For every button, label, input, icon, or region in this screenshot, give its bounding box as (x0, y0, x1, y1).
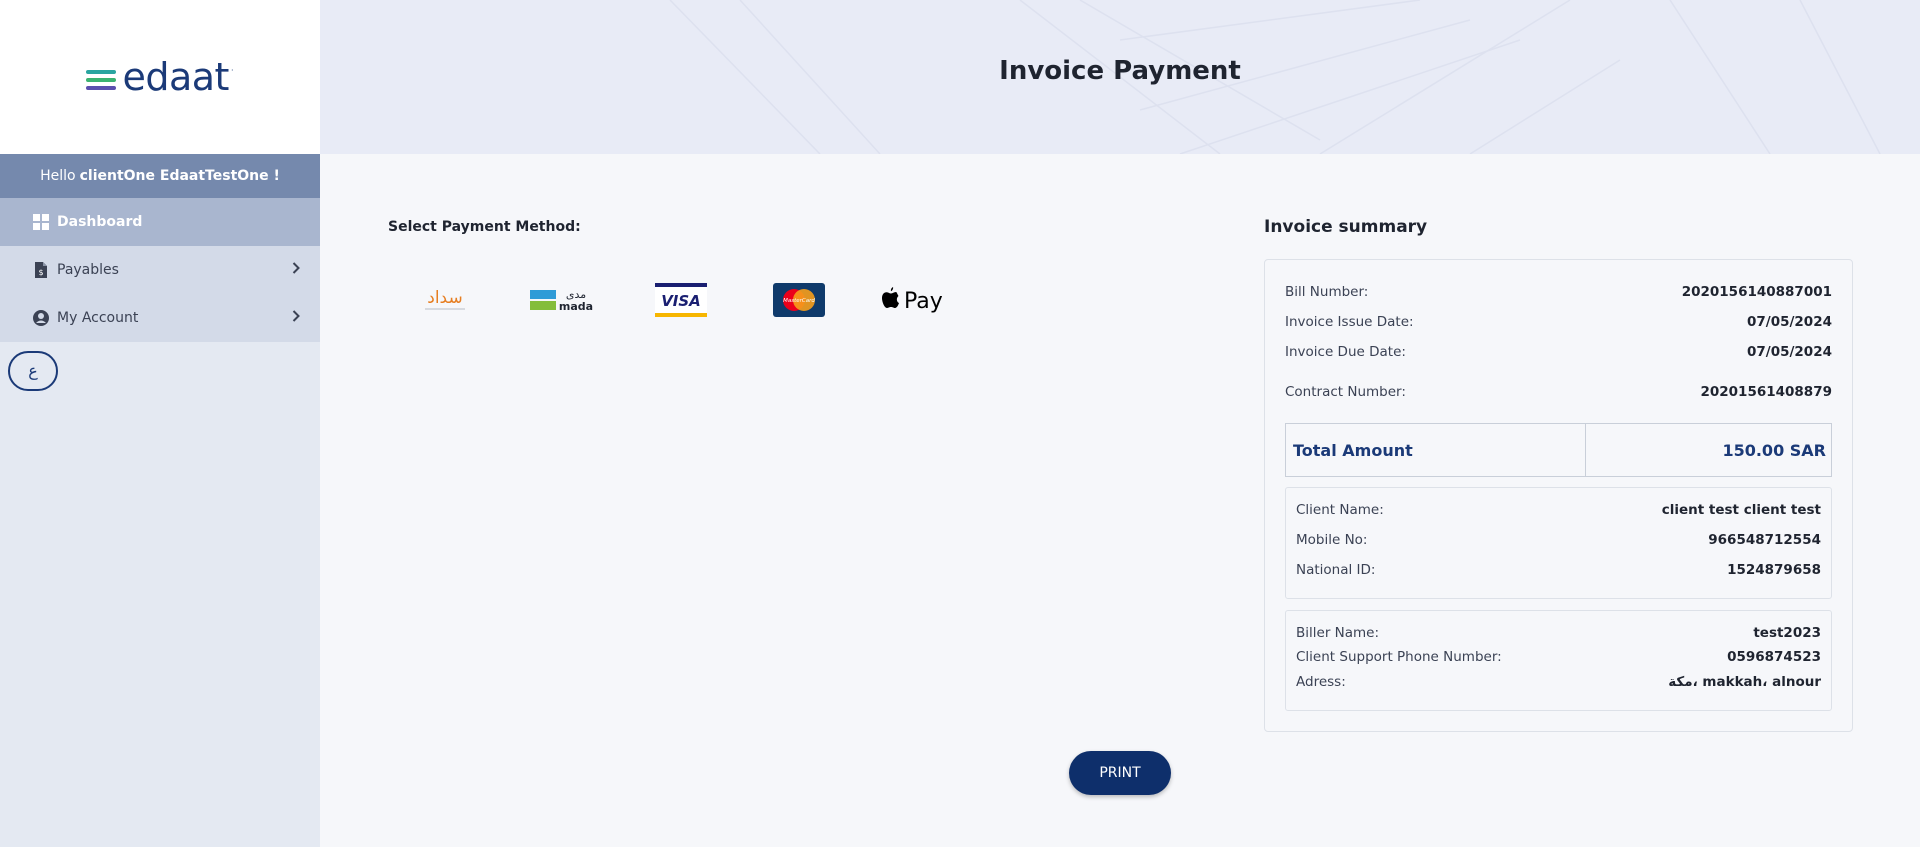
total-amount-label: Total Amount (1286, 424, 1586, 476)
issue-date-value: 07/05/2024 (1746, 314, 1832, 330)
issue-date-label: Invoice Issue Date: (1285, 314, 1414, 330)
due-date-value: 07/05/2024 (1746, 344, 1832, 360)
invoice-summary-card: Bill Number: 2020156140887001 Invoice Is… (1264, 259, 1853, 732)
page-title: Invoice Payment (999, 56, 1241, 86)
logo-bars-icon (86, 70, 117, 90)
address-label: Adress: (1296, 674, 1346, 690)
page-header: Invoice Payment (320, 0, 1920, 154)
client-name-row: Client Name: client test client test (1296, 502, 1821, 518)
payment-method-sadad[interactable]: سداد (410, 280, 480, 320)
logo-area: edaat · (0, 0, 320, 154)
mobile-label: Mobile No: (1296, 532, 1368, 548)
contract-number-row: Contract Number: 20201561408879 (1285, 384, 1832, 400)
print-button[interactable]: PRINT (1069, 751, 1171, 795)
invoice-summary-title: Invoice summary (1264, 217, 1428, 237)
grid-icon (33, 214, 49, 230)
apple-pay-logo-icon: Pay (882, 287, 943, 314)
document-dollar-icon: $ (33, 262, 49, 278)
client-name-value: client test client test (1661, 502, 1821, 518)
chevron-right-icon (292, 310, 300, 326)
address-value: مكة، makkah، alnour (1668, 674, 1821, 690)
national-id-row: National ID: 1524879658 (1296, 562, 1821, 578)
sidebar-item-my-account[interactable]: My Account (0, 294, 320, 342)
payment-method-label: Select Payment Method: (388, 219, 581, 235)
bill-number-value: 2020156140887001 (1681, 284, 1832, 300)
payment-method-visa[interactable]: VISA (646, 280, 716, 320)
biller-name-label: Biller Name: (1296, 625, 1380, 641)
apple-pay-logo-text: Pay (904, 289, 943, 314)
user-greeting: Hello clientOne EdaatTestOne ! (0, 154, 320, 198)
bill-number-label: Bill Number: (1285, 284, 1369, 300)
logo-text: edaat (122, 55, 229, 99)
mada-logo-icon: مدى mada (530, 288, 593, 313)
sidebar-item-payables[interactable]: $ Payables (0, 246, 320, 294)
support-phone-value: 0596874523 (1727, 649, 1821, 665)
issue-date-row: Invoice Issue Date: 07/05/2024 (1285, 314, 1832, 330)
biller-name-row: Biller Name: test2023 (1296, 625, 1821, 641)
payment-method-apple-pay[interactable]: Pay (882, 280, 952, 320)
client-name-label: Client Name: (1296, 502, 1384, 518)
language-toggle-button[interactable]: ع (8, 351, 58, 391)
sadad-logo-text: سداد (427, 288, 462, 308)
biller-name-value: test2023 (1753, 625, 1821, 641)
user-circle-icon (33, 310, 49, 326)
sidebar-item-dashboard[interactable]: Dashboard (0, 198, 320, 246)
due-date-row: Invoice Due Date: 07/05/2024 (1285, 344, 1832, 360)
mastercard-logo-icon: MasterCard (773, 283, 825, 317)
mobile-value: 966548712554 (1708, 532, 1821, 548)
mobile-row: Mobile No: 966548712554 (1296, 532, 1821, 548)
contract-number-label: Contract Number: (1285, 384, 1406, 400)
client-info-box: Client Name: client test client test Mob… (1285, 487, 1832, 599)
payment-method-list: سداد مدى mada VISA MasterCard Pay (410, 280, 1000, 320)
payment-method-mastercard[interactable]: MasterCard (764, 280, 834, 320)
due-date-label: Invoice Due Date: (1285, 344, 1406, 360)
bill-number-row: Bill Number: 2020156140887001 (1285, 284, 1832, 300)
support-phone-label: Client Support Phone Number: (1296, 649, 1502, 665)
edaat-logo[interactable]: edaat · (86, 55, 234, 99)
support-phone-row: Client Support Phone Number: 0596874523 (1296, 649, 1821, 665)
user-name: clientOne EdaatTestOne ! (79, 168, 280, 184)
address-row: Adress: مكة، makkah، alnour (1296, 674, 1821, 690)
sidebar-item-label: Dashboard (57, 214, 143, 230)
sidebar-item-label: My Account (57, 310, 139, 326)
chevron-right-icon (292, 262, 300, 278)
svg-text:$: $ (38, 268, 43, 277)
contract-number-value: 20201561408879 (1700, 384, 1832, 400)
national-id-label: National ID: (1296, 562, 1376, 578)
greeting-prefix: Hello (40, 168, 76, 184)
sadad-logo-icon: سداد (425, 288, 465, 310)
national-id-value: 1524879658 (1727, 562, 1821, 578)
visa-logo-icon: VISA (655, 283, 707, 317)
total-amount-box: Total Amount 150.00 SAR (1285, 423, 1832, 477)
logo-registered-mark: · (230, 66, 234, 75)
sidebar-item-label: Payables (57, 262, 119, 278)
biller-info-box: Biller Name: test2023 Client Support Pho… (1285, 610, 1832, 711)
mastercard-logo-text: MasterCard (783, 298, 815, 304)
visa-logo-text: VISA (661, 292, 701, 310)
payment-method-mada[interactable]: مدى mada (528, 280, 598, 320)
total-amount-value: 150.00 SAR (1722, 440, 1826, 460)
mada-logo-text: mada (559, 300, 593, 313)
sidebar: edaat · Hello clientOne EdaatTestOne ! D… (0, 0, 320, 847)
